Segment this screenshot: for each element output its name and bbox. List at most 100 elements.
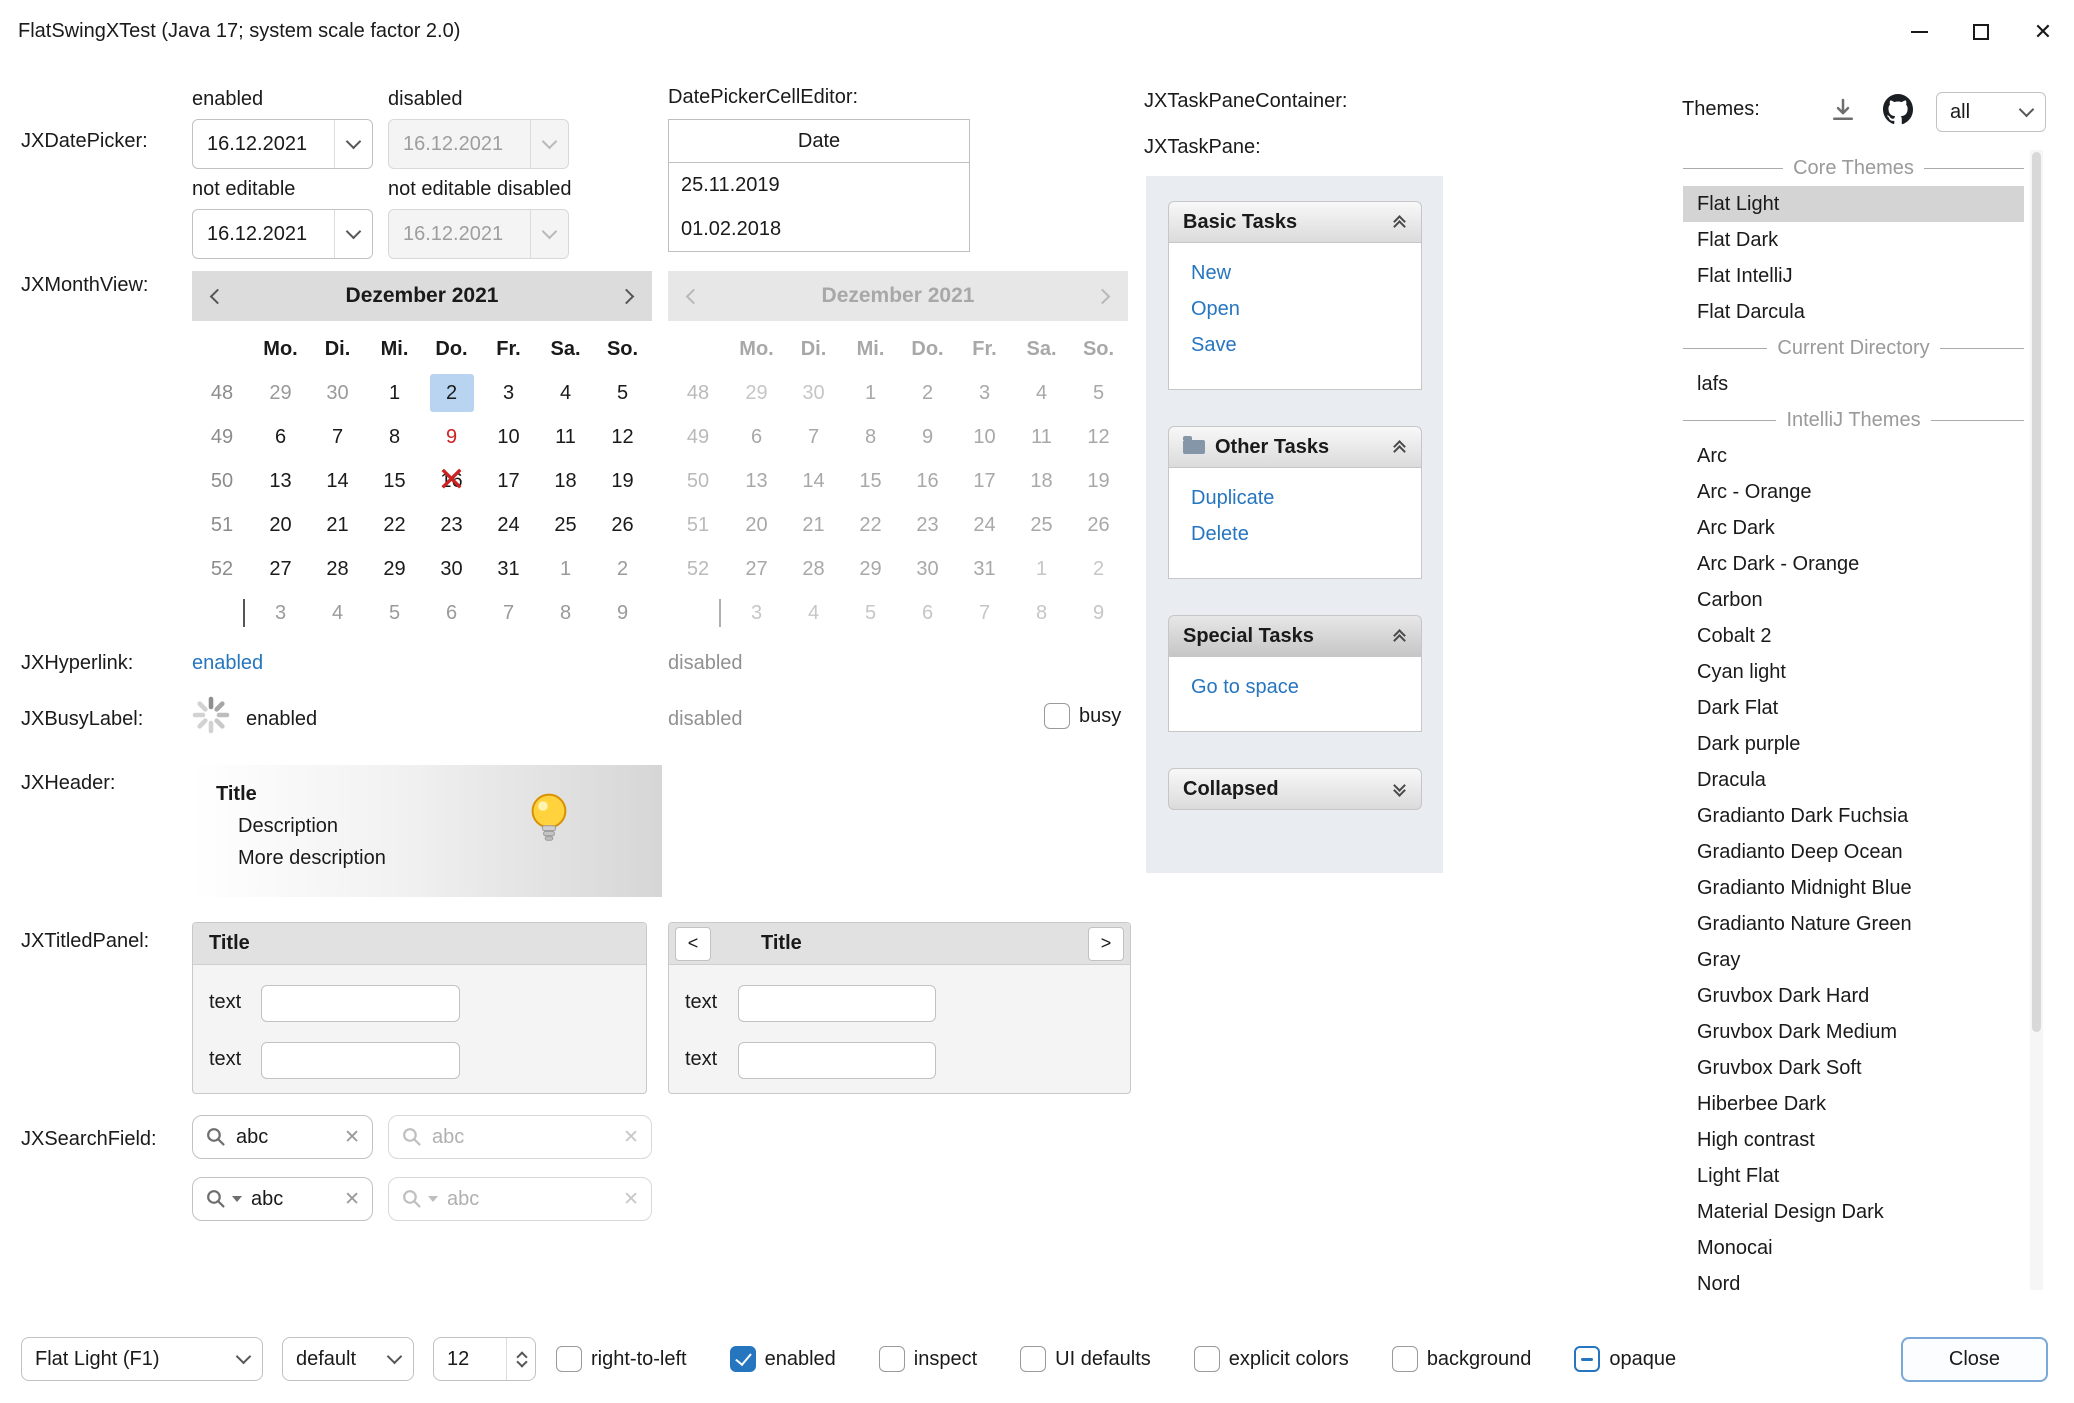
day-cell[interactable]: 5 <box>594 371 651 415</box>
theme-item-arc-orange[interactable]: Arc - Orange <box>1683 474 2024 510</box>
theme-item-gray[interactable]: Gray <box>1683 942 2024 978</box>
chevron-down-icon[interactable] <box>334 210 372 258</box>
chevron-down-icon[interactable] <box>334 120 372 168</box>
download-icon[interactable] <box>1828 95 1858 125</box>
search-field-with-menu[interactable]: abc ✕ <box>192 1177 373 1221</box>
theme-item-arc-dark-orange[interactable]: Arc Dark - Orange <box>1683 546 2024 582</box>
panel-prev-button[interactable]: < <box>675 927 711 961</box>
theme-item-dark-flat[interactable]: Dark Flat <box>1683 690 2024 726</box>
theme-item-dracula[interactable]: Dracula <box>1683 762 2024 798</box>
day-cell[interactable]: 9 <box>594 591 651 635</box>
day-cell[interactable]: 20 <box>252 503 309 547</box>
day-cell[interactable]: 2 <box>423 371 480 415</box>
theme-item-nord[interactable]: Nord <box>1683 1266 2024 1290</box>
themes-filter-combo[interactable]: all <box>1936 92 2046 132</box>
text-input[interactable] <box>738 985 936 1022</box>
day-cell[interactable]: 17 <box>480 459 537 503</box>
spinner-arrows[interactable] <box>506 1338 526 1380</box>
checkbox-right-to-left[interactable]: right-to-left <box>556 1346 687 1372</box>
day-cell[interactable]: 13 <box>252 459 309 503</box>
day-cell[interactable]: 23 <box>423 503 480 547</box>
taskpane-header-basic-tasks[interactable]: Basic Tasks <box>1168 201 1422 243</box>
day-cell[interactable]: 7 <box>480 591 537 635</box>
taskpane-header-special-tasks[interactable]: Special Tasks <box>1168 615 1422 657</box>
checkbox-explicit-colors[interactable]: explicit colors <box>1194 1346 1349 1372</box>
day-cell[interactable]: 31 <box>480 547 537 591</box>
theme-item-carbon[interactable]: Carbon <box>1683 582 2024 618</box>
theme-item-flat-dark[interactable]: Flat Dark <box>1683 222 2024 258</box>
checkbox-opaque[interactable]: opaque <box>1574 1346 1676 1372</box>
taskpane-header-collapsed[interactable]: Collapsed <box>1168 768 1422 810</box>
close-button[interactable]: Close <box>1901 1337 2048 1382</box>
day-cell[interactable]: 29 <box>252 371 309 415</box>
day-cell[interactable]: 3 <box>480 371 537 415</box>
maximize-button[interactable] <box>1950 0 2012 63</box>
theme-item-light-flat[interactable]: Light Flat <box>1683 1158 2024 1194</box>
taskpane-header-other-tasks[interactable]: Other Tasks <box>1168 426 1422 468</box>
theme-item-flat-darcula[interactable]: Flat Darcula <box>1683 294 2024 330</box>
day-cell[interactable]: 22 <box>366 503 423 547</box>
day-cell[interactable]: 19 <box>594 459 651 503</box>
day-cell[interactable]: 30 <box>423 547 480 591</box>
theme-item-gruvbox-dark-medium[interactable]: Gruvbox Dark Medium <box>1683 1014 2024 1050</box>
checkbox-ui-defaults[interactable]: UI defaults <box>1020 1346 1151 1372</box>
hyperlink-enabled[interactable]: enabled <box>192 652 263 675</box>
theme-item-gruvbox-dark-hard[interactable]: Gruvbox Dark Hard <box>1683 978 2024 1014</box>
theme-item-monocai[interactable]: Monocai <box>1683 1230 2024 1266</box>
date-picker-not-editable[interactable]: 16.12.2021 <box>192 209 373 259</box>
theme-item-arc[interactable]: Arc <box>1683 438 2024 474</box>
date-picker-enabled[interactable]: 16.12.2021 <box>192 119 373 169</box>
day-cell[interactable]: 16✕ <box>423 459 480 503</box>
day-cell[interactable]: 30 <box>309 371 366 415</box>
taskpane-link-save[interactable]: Save <box>1169 327 1421 363</box>
scrollbar-thumb[interactable] <box>2032 152 2041 1032</box>
theme-item-dark-purple[interactable]: Dark purple <box>1683 726 2024 762</box>
day-cell[interactable]: 8 <box>366 415 423 459</box>
theme-item-flat-light[interactable]: Flat Light <box>1683 186 2024 222</box>
checkbox-inspect[interactable]: inspect <box>879 1346 977 1372</box>
text-input[interactable] <box>261 1042 460 1079</box>
font-size-spinner[interactable]: 12 <box>433 1337 536 1381</box>
theme-item-flat-intellij[interactable]: Flat IntelliJ <box>1683 258 2024 294</box>
search-field[interactable]: abc ✕ <box>192 1115 373 1159</box>
taskpane-link-duplicate[interactable]: Duplicate <box>1169 480 1421 516</box>
day-cell[interactable]: 27 <box>252 547 309 591</box>
theme-item-cobalt-2[interactable]: Cobalt 2 <box>1683 618 2024 654</box>
day-cell[interactable]: 6 <box>423 591 480 635</box>
taskpane-link-delete[interactable]: Delete <box>1169 516 1421 552</box>
github-icon[interactable] <box>1880 91 1916 127</box>
scrollbar-track[interactable] <box>2030 150 2043 1290</box>
theme-item-gradianto-dark-fuchsia[interactable]: Gradianto Dark Fuchsia <box>1683 798 2024 834</box>
day-cell[interactable]: 4 <box>537 371 594 415</box>
clear-icon[interactable]: ✕ <box>344 1188 360 1211</box>
day-cell[interactable]: 24 <box>480 503 537 547</box>
theme-item-gradianto-midnight-blue[interactable]: Gradianto Midnight Blue <box>1683 870 2024 906</box>
taskpane-link-go-to-space[interactable]: Go to space <box>1169 669 1421 705</box>
theme-item-hiberbee-dark[interactable]: Hiberbee Dark <box>1683 1086 2024 1122</box>
table-row[interactable]: 01.02.2018 <box>669 207 969 251</box>
day-cell[interactable]: 4 <box>309 591 366 635</box>
taskpane-link-open[interactable]: Open <box>1169 291 1421 327</box>
checkbox-enabled[interactable]: enabled <box>730 1346 836 1372</box>
day-cell[interactable]: 25 <box>537 503 594 547</box>
search-menu-arrow-icon[interactable] <box>232 1196 242 1202</box>
day-cell[interactable]: 15 <box>366 459 423 503</box>
theme-combo[interactable]: Flat Light (F1) <box>21 1337 263 1381</box>
theme-item-gruvbox-dark-soft[interactable]: Gruvbox Dark Soft <box>1683 1050 2024 1086</box>
day-cell[interactable]: 26 <box>594 503 651 547</box>
day-cell[interactable]: 5 <box>366 591 423 635</box>
day-cell[interactable]: 1 <box>537 547 594 591</box>
close-window-button[interactable]: ✕ <box>2012 0 2074 63</box>
theme-item-gradianto-nature-green[interactable]: Gradianto Nature Green <box>1683 906 2024 942</box>
day-cell[interactable]: 29 <box>366 547 423 591</box>
font-combo[interactable]: default <box>282 1337 414 1381</box>
clear-icon[interactable]: ✕ <box>344 1126 360 1149</box>
day-cell[interactable]: 2 <box>594 547 651 591</box>
text-input[interactable] <box>738 1042 936 1079</box>
day-cell[interactable]: 21 <box>309 503 366 547</box>
day-cell[interactable]: 11 <box>537 415 594 459</box>
text-input[interactable] <box>261 985 460 1022</box>
theme-item-gradianto-deep-ocean[interactable]: Gradianto Deep Ocean <box>1683 834 2024 870</box>
day-cell[interactable]: 6 <box>252 415 309 459</box>
taskpane-link-new[interactable]: New <box>1169 255 1421 291</box>
